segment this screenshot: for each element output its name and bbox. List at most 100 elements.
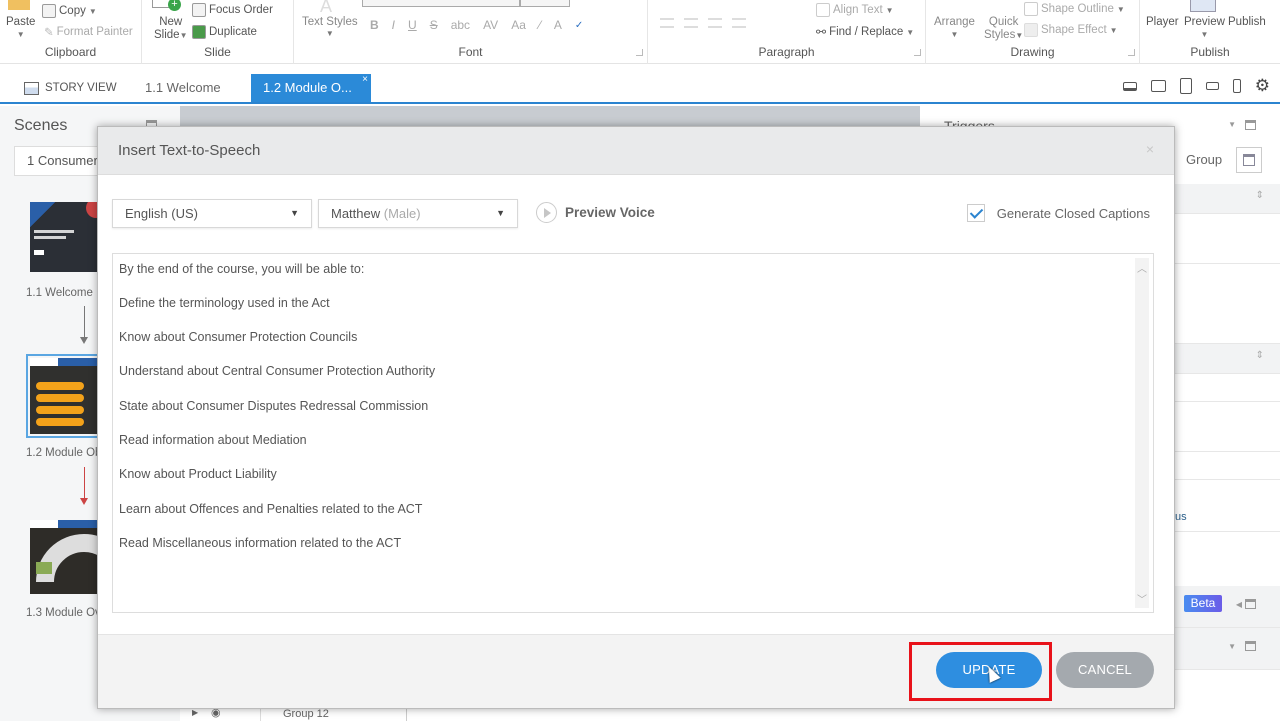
ribbon-group-font: A Text Styles ▼ B I U S abc AV Aa ⁄ A ✓ … — [294, 0, 648, 64]
preview-button[interactable]: Preview ▼ — [1184, 16, 1225, 39]
close-tab-icon[interactable]: × — [362, 66, 368, 94]
timeline-row: ▶ ◉ Group 12 — [180, 707, 920, 721]
slide-tab-bar: STORY VIEW 1.1 Welcome 1.2 Module O... ×… — [0, 74, 1280, 104]
thumb-item — [36, 382, 84, 390]
change-case-button[interactable]: Aa — [511, 18, 526, 32]
align-text-button[interactable]: Align Text ▼ — [816, 3, 894, 17]
shape-outline-button[interactable]: Shape Outline ▼ — [1024, 2, 1125, 16]
beta-badge: Beta — [1184, 595, 1222, 612]
font-dialog-launcher[interactable] — [636, 49, 643, 56]
thumb-item — [36, 406, 84, 414]
font-name-select[interactable] — [362, 0, 520, 7]
scroll-up-icon[interactable]: ︿ — [1135, 260, 1149, 275]
abc-button[interactable]: abc — [451, 18, 470, 32]
duplicate-button[interactable]: Duplicate — [192, 25, 257, 39]
find-replace-label: Find / Replace — [829, 26, 904, 38]
story-view-tab[interactable]: STORY VIEW — [24, 74, 117, 102]
thumb-button — [34, 250, 44, 255]
settings-gear-icon[interactable]: ⚙ — [1255, 76, 1270, 96]
story-view-icon — [24, 81, 39, 95]
align-center-icon[interactable] — [684, 18, 698, 28]
text-line: Define the terminology used in the Act — [119, 296, 330, 310]
flow-arrow-icon — [80, 467, 88, 505]
collapse-icon[interactable]: ⇕ — [1256, 350, 1264, 361]
language-select[interactable]: English (US) ▼ — [112, 199, 312, 228]
tablet-landscape-icon[interactable] — [1150, 80, 1166, 92]
text-line: Know about Product Liability — [119, 467, 277, 481]
font-color-button[interactable]: A — [554, 18, 562, 32]
align-left-icon[interactable] — [660, 18, 674, 28]
cancel-button[interactable]: CANCEL — [1056, 652, 1154, 688]
new-slide-button[interactable]: New Slide▼ — [154, 16, 188, 42]
tablet-portrait-icon[interactable] — [1179, 78, 1192, 94]
copy-button[interactable]: Copy ▼ — [42, 4, 97, 18]
character-spacing-button[interactable]: AV — [483, 18, 498, 32]
text-styles-icon: A — [320, 0, 333, 16]
text-area-scrollbar[interactable]: ︿ ﹀ — [1135, 258, 1149, 608]
collapse-icon[interactable]: ⇕ — [1256, 190, 1264, 201]
slide-label-1-3: 1.3 Module Ov — [26, 607, 101, 619]
player-button[interactable]: Player — [1146, 16, 1179, 28]
format-painter-label: Format Painter — [56, 26, 133, 38]
phone-landscape-icon[interactable] — [1205, 82, 1219, 90]
find-replace-button[interactable]: ⚯ Find / Replace ▼ — [816, 25, 914, 39]
paragraph-dialog-launcher[interactable] — [914, 49, 921, 56]
align-right-icon[interactable] — [708, 18, 722, 28]
quick-styles-button[interactable]: Quick Styles▼ — [984, 16, 1023, 42]
justify-icon[interactable] — [732, 18, 746, 28]
arrange-button[interactable]: Arrange ▼ — [934, 16, 975, 39]
slide-thumbnail-1-2[interactable] — [26, 354, 104, 438]
scroll-down-icon[interactable]: ﹀ — [1135, 591, 1149, 606]
italic-button[interactable]: I — [392, 18, 395, 32]
highlight-color-button[interactable]: ⁄ — [539, 18, 541, 32]
bold-button[interactable]: B — [370, 18, 379, 32]
text-line: Understand about Central Consumer Protec… — [119, 364, 436, 378]
desktop-icon[interactable] — [1122, 81, 1137, 91]
slide-thumbnail-1-3[interactable] — [30, 520, 100, 594]
strikethrough-button[interactable]: S — [430, 18, 438, 32]
spell-check-icon[interactable]: ✓ — [575, 20, 583, 31]
triggers-window-icon[interactable] — [1245, 120, 1256, 130]
panel-window-icon[interactable] — [1245, 641, 1256, 651]
ungroup-button[interactable] — [1236, 147, 1262, 173]
thumb-text — [34, 230, 74, 233]
tab-label: 1.2 Module O... — [263, 80, 352, 95]
focus-order-icon — [192, 3, 206, 17]
tab-1-1-welcome[interactable]: 1.1 Welcome — [145, 74, 221, 102]
underline-button[interactable]: U — [408, 18, 417, 32]
triggers-dropdown-icon[interactable]: ▼ — [1228, 120, 1236, 129]
tts-text-area[interactable]: By the end of the course, you will be ab… — [112, 253, 1154, 613]
voice-select[interactable]: Matthew (Male) ▼ — [318, 199, 518, 228]
phone-portrait-icon[interactable] — [1232, 79, 1241, 93]
collapse-left-icon[interactable]: ◀ — [1236, 600, 1242, 609]
align-text-icon — [816, 3, 830, 17]
play-icon — [536, 202, 557, 223]
generate-closed-captions-checkbox[interactable] — [966, 204, 985, 222]
paste-button[interactable]: Paste ▼ — [6, 16, 35, 39]
slide-thumbnail-1-1[interactable] — [30, 202, 100, 272]
focus-order-button[interactable]: Focus Order — [192, 3, 273, 17]
font-size-select[interactable] — [520, 0, 570, 7]
shape-effect-button[interactable]: Shape Effect ▼ — [1024, 23, 1118, 37]
ungroup-icon — [1243, 154, 1255, 166]
tab-1-2-module[interactable]: 1.2 Module O... × — [251, 74, 371, 102]
expand-icon[interactable]: ▶ — [192, 708, 198, 717]
ribbon-group-slide: + New Slide▼ Focus Order Duplicate Slide — [142, 0, 294, 64]
panel-window-icon[interactable] — [1245, 599, 1256, 609]
dialog-close-icon[interactable]: × — [1146, 141, 1154, 157]
format-painter-button[interactable]: ✎ Format Painter — [44, 25, 133, 39]
preview-voice-button[interactable]: Preview Voice — [536, 202, 655, 223]
publish-button[interactable]: Publish — [1228, 16, 1266, 28]
dropdown-icon[interactable]: ▼ — [1228, 642, 1236, 651]
clipboard-group-label: Clipboard — [44, 45, 97, 59]
focus-order-label: Focus Order — [209, 4, 273, 16]
shape-effect-label: Shape Effect — [1041, 24, 1107, 36]
chevron-down-icon: ▼ — [496, 208, 505, 218]
text-line: Know about Consumer Protection Councils — [119, 330, 358, 344]
device-preview-toolbar: ⚙ — [1122, 76, 1270, 96]
duplicate-icon — [192, 25, 206, 39]
new-slide-caret-icon: ▼ — [179, 31, 188, 40]
text-styles-button[interactable]: Text Styles ▼ — [302, 16, 358, 38]
drawing-dialog-launcher[interactable] — [1128, 49, 1135, 56]
divider — [406, 708, 407, 721]
